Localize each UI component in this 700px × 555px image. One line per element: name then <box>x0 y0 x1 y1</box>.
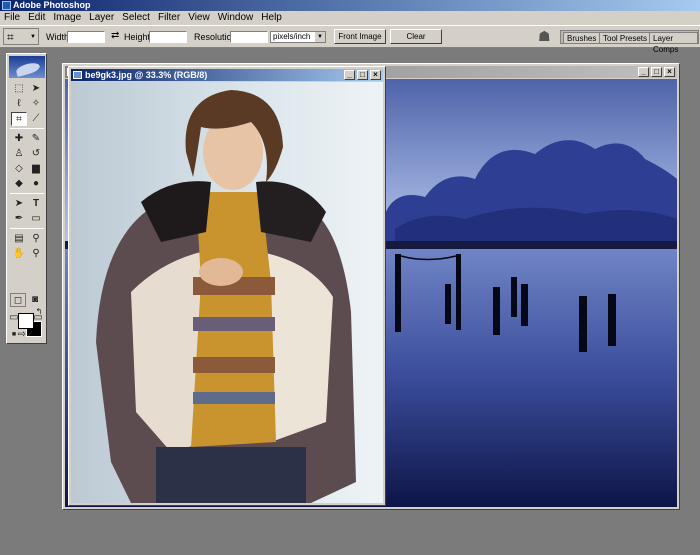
document-title: be9gk3.jpg @ 33.3% (RGB/8) <box>85 70 208 80</box>
move-icon[interactable]: ➤ <box>28 82 44 96</box>
type-icon[interactable]: T <box>28 197 44 211</box>
magic-wand-icon[interactable]: ✧ <box>28 97 44 111</box>
eraser-icon[interactable]: ◇ <box>11 162 27 176</box>
maximize-button[interactable]: □ <box>357 70 368 80</box>
history-brush-icon[interactable]: ↺ <box>28 147 44 161</box>
palette-well: Brushes Tool Presets Layer Comps <box>560 30 699 54</box>
tab-tool-presets[interactable]: Tool Presets <box>599 32 652 43</box>
crop-icon[interactable]: ⌗ <box>11 112 27 126</box>
close-button[interactable]: × <box>664 67 675 77</box>
hand-icon[interactable]: ✋ <box>11 247 27 261</box>
brush-icon[interactable]: ✎ <box>28 132 44 146</box>
app-titlebar: Adobe Photoshop <box>0 0 700 11</box>
menu-image[interactable]: Image <box>49 11 85 25</box>
photoshop-icon <box>2 1 11 10</box>
menu-help[interactable]: Help <box>257 11 286 25</box>
resolution-units-select[interactable]: pixels/inch ▼ <box>270 31 326 43</box>
resolution-input[interactable] <box>230 31 268 43</box>
zoom-icon[interactable]: ⚲ <box>28 247 44 261</box>
chevron-down-icon: ▼ <box>315 32 325 42</box>
chevron-down-icon: ▼ <box>30 34 36 40</box>
marquee-icon[interactable]: ⬚ <box>11 82 27 96</box>
shape-icon[interactable]: ▭ <box>28 212 44 226</box>
pen-icon[interactable]: ✒ <box>11 212 27 226</box>
palette-well-grip-icon[interactable]: ☗ <box>538 28 554 45</box>
tab-layer-comps[interactable]: Layer Comps <box>649 32 698 54</box>
portrait-photo <box>71 82 383 503</box>
width-input[interactable] <box>67 31 105 43</box>
menu-layer[interactable]: Layer <box>85 11 118 25</box>
standard-mode-icon[interactable]: ◻ <box>10 293 26 307</box>
app-title: Adobe Photoshop <box>13 0 91 10</box>
minimize-button[interactable]: _ <box>344 70 355 80</box>
crop-icon: ⌗ <box>7 30 14 44</box>
feather-icon <box>15 61 41 77</box>
document-titlebar[interactable]: be9gk3.jpg @ 33.3% (RGB/8) _ □ × <box>71 69 383 81</box>
minimize-button[interactable]: _ <box>638 67 649 77</box>
dodge-icon[interactable]: ● <box>28 177 44 191</box>
resolution-units-value: pixels/inch <box>273 32 311 41</box>
clone-stamp-icon[interactable]: ♙ <box>11 147 27 161</box>
toolbox-divider <box>10 128 44 129</box>
tool-preset-picker[interactable]: ⌗ ▼ <box>3 28 39 45</box>
clear-button[interactable]: Clear <box>390 29 442 44</box>
menu-edit[interactable]: Edit <box>24 11 49 25</box>
foreground-color-swatch[interactable] <box>18 313 34 329</box>
close-button[interactable]: × <box>370 70 381 80</box>
front-image-button[interactable]: Front Image <box>334 29 386 44</box>
toolbox-divider <box>10 193 44 194</box>
quick-mask-icon[interactable]: ◙ <box>27 293 43 307</box>
menu-view[interactable]: View <box>184 11 214 25</box>
healing-brush-icon[interactable]: ✚ <box>11 132 27 146</box>
document-window-front[interactable]: be9gk3.jpg @ 33.3% (RGB/8) _ □ × <box>68 66 386 506</box>
toolbox-divider <box>10 228 44 229</box>
tab-brushes[interactable]: Brushes <box>563 32 601 43</box>
notes-icon[interactable]: ▤ <box>11 232 27 246</box>
gradient-icon[interactable]: ▆ <box>28 162 44 176</box>
height-input[interactable] <box>149 31 187 43</box>
photoshop-logo[interactable] <box>9 56 45 78</box>
menu-filter[interactable]: Filter <box>154 11 184 25</box>
lasso-icon[interactable]: ℓ <box>11 97 27 111</box>
imageready-jump-icon[interactable]: ⇨✓ <box>10 328 42 342</box>
document-canvas[interactable] <box>71 82 383 503</box>
swap-dimensions-icon[interactable]: ⇄ <box>111 30 119 41</box>
document-icon <box>73 71 82 79</box>
menu-file[interactable]: File <box>0 11 24 25</box>
menu-window[interactable]: Window <box>214 11 258 25</box>
slice-icon[interactable]: ⟋ <box>28 112 44 126</box>
menu-select[interactable]: Select <box>118 11 154 25</box>
blur-icon[interactable]: ◆ <box>11 177 27 191</box>
eyedropper-icon[interactable]: ⚲ <box>28 232 44 246</box>
path-selection-icon[interactable]: ➤ <box>11 197 27 211</box>
menu-bar: File Edit Image Layer Select Filter View Window… <box>0 11 700 25</box>
maximize-button[interactable]: □ <box>651 67 662 77</box>
